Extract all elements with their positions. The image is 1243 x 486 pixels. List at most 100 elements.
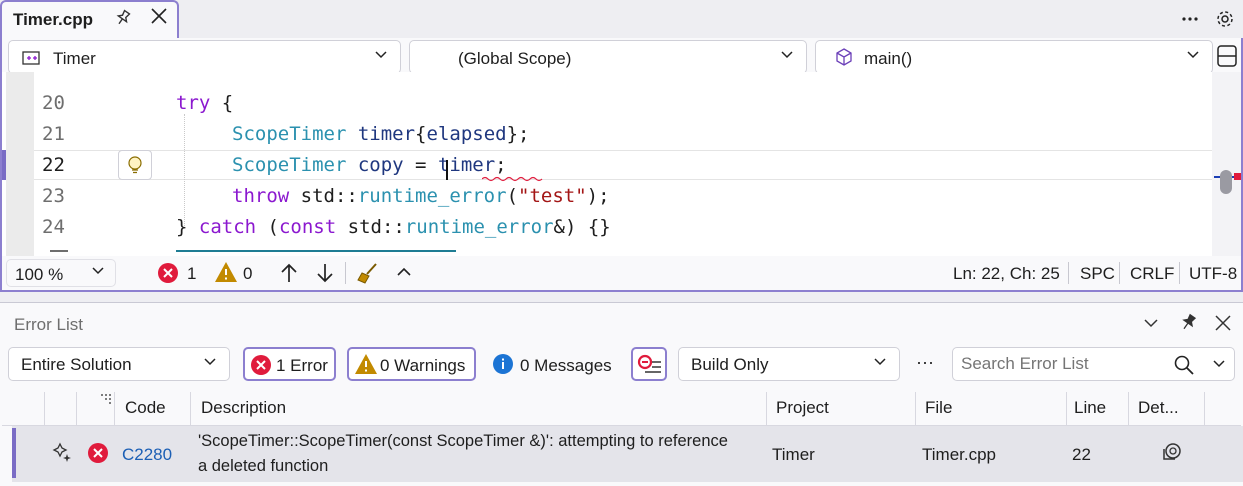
warning-icon xyxy=(354,353,378,380)
column-header-file[interactable]: File xyxy=(925,398,952,418)
code-cleanup-icon[interactable] xyxy=(356,261,380,290)
scope-dropdown-label: (Global Scope) xyxy=(458,49,572,68)
error-icon[interactable] xyxy=(157,262,179,289)
code-token: const xyxy=(278,216,337,238)
more-options-icon[interactable] xyxy=(1180,8,1200,33)
vertical-scrollbar[interactable] xyxy=(1212,72,1241,256)
code-token: }; xyxy=(506,123,530,145)
selection-margin xyxy=(6,72,34,256)
search-box[interactable] xyxy=(952,347,1235,381)
code-token: catch xyxy=(198,216,257,238)
row-selection-marker xyxy=(12,428,16,478)
project-dropdown-label: Timer xyxy=(53,49,96,68)
current-line-highlight xyxy=(34,150,1214,180)
pin-icon[interactable] xyxy=(1178,313,1198,338)
errors-filter-button[interactable]: 1 Error xyxy=(243,347,336,381)
arrow-up-icon[interactable] xyxy=(279,262,299,289)
chevron-down-icon xyxy=(203,354,217,372)
code-token: ScopeTimer xyxy=(232,154,347,176)
code-token: &) {} xyxy=(553,216,611,238)
error-line: 22 xyxy=(1072,445,1091,464)
lightbulb-icon[interactable] xyxy=(118,150,152,180)
warning-icon[interactable] xyxy=(214,261,238,288)
error-project: Timer xyxy=(772,445,815,464)
search-input[interactable] xyxy=(961,353,1161,375)
split-window-icon[interactable] xyxy=(1216,44,1238,73)
scope-filter-label: Entire Solution xyxy=(21,355,132,374)
column-header-code[interactable]: Code xyxy=(125,398,166,418)
build-filter-label: Build Only xyxy=(691,355,769,374)
status-separator xyxy=(1179,262,1180,284)
code-token: ( xyxy=(256,216,279,238)
current-line-marker xyxy=(2,150,6,180)
error-count[interactable]: 1 xyxy=(187,264,196,284)
project-dropdown[interactable]: Timer xyxy=(8,40,401,74)
line-number: 21 xyxy=(42,123,65,145)
line-number: 20 xyxy=(42,92,65,114)
status-separator xyxy=(345,262,346,284)
error-icon xyxy=(87,442,109,469)
code-token: { xyxy=(210,92,234,114)
whitespace-mode[interactable]: SPC xyxy=(1080,264,1115,284)
scope-filter-dropdown[interactable]: Entire Solution xyxy=(8,347,230,381)
code-token: copy xyxy=(357,154,404,176)
chevron-down-icon[interactable] xyxy=(1212,356,1226,374)
close-icon[interactable] xyxy=(1214,314,1232,337)
warnings-filter-button[interactable]: 0 Warnings xyxy=(347,347,476,381)
pin-icon[interactable] xyxy=(114,9,132,32)
text-caret xyxy=(446,160,448,180)
navigation-bar: Timer (Global Scope) main() xyxy=(2,38,1241,74)
code-token: std:: xyxy=(289,185,358,207)
line-number: 22 xyxy=(42,154,65,176)
issues-filter-button[interactable] xyxy=(631,347,667,381)
error-icon xyxy=(250,354,272,381)
line-ending[interactable]: CRLF xyxy=(1130,264,1174,284)
chevron-up-icon[interactable] xyxy=(396,264,412,285)
gear-icon[interactable] xyxy=(1215,9,1235,34)
error-squiggle xyxy=(482,176,543,182)
column-separator xyxy=(76,392,77,426)
error-file: Timer.cpp xyxy=(922,445,997,464)
tab-timer-cpp[interactable]: Timer.cpp xyxy=(0,0,179,40)
warnings-filter-label: 0 Warnings xyxy=(380,356,466,375)
error-code-link[interactable]: C2280 xyxy=(122,445,172,465)
tab-title: Timer.cpp xyxy=(13,10,93,29)
code-token: ( xyxy=(506,185,519,207)
build-filter-dropdown[interactable]: Build Only xyxy=(678,347,900,381)
column-header-description[interactable]: Description xyxy=(201,398,286,418)
column-header-line[interactable]: Line xyxy=(1074,398,1106,418)
column-header-details[interactable]: Det... xyxy=(1138,398,1179,418)
suppress-icon[interactable] xyxy=(52,442,74,469)
filter-issues-icon xyxy=(637,353,663,382)
table-row[interactable]: C2280 'ScopeTimer::ScopeTimer(const Scop… xyxy=(12,426,1243,482)
member-dropdown[interactable]: main() xyxy=(815,40,1213,74)
code-token: throw xyxy=(232,185,290,207)
tab-strip: Timer.cpp xyxy=(0,0,1243,40)
status-separator xyxy=(1119,262,1120,284)
cursor-position[interactable]: Ln: 22, Ch: 25 xyxy=(953,264,1060,284)
messages-filter-button[interactable]: 0 Messages xyxy=(484,347,620,381)
chevron-down-icon[interactable] xyxy=(1143,315,1159,336)
details-icon[interactable] xyxy=(1160,441,1184,470)
code-token: "test" xyxy=(518,185,587,207)
chevron-down-icon xyxy=(374,47,388,65)
code-editor[interactable]: 20 try {21 ScopeTimer timer{elapsed}; 22 Sco… xyxy=(2,72,1241,256)
messages-filter-label: 0 Messages xyxy=(520,356,612,375)
scope-dropdown[interactable]: (Global Scope) xyxy=(409,40,807,74)
encoding[interactable]: UTF-8 xyxy=(1189,264,1237,284)
column-separator xyxy=(915,392,916,426)
column-separator xyxy=(190,392,191,426)
zoom-value: 100 % xyxy=(15,265,64,284)
column-header-project[interactable]: Project xyxy=(776,398,829,418)
warning-count[interactable]: 0 xyxy=(243,264,252,284)
code-line: ScopeTimer copy = timer; xyxy=(232,154,507,176)
arrow-down-icon[interactable] xyxy=(315,262,335,289)
more-options-button[interactable]: ··· xyxy=(916,352,934,373)
scrollbar-thumb[interactable] xyxy=(1220,170,1232,194)
close-tab-icon[interactable] xyxy=(150,7,168,29)
zoom-dropdown[interactable]: 100 % xyxy=(6,259,116,287)
search-icon[interactable] xyxy=(1173,354,1195,381)
column-chooser-icon[interactable] xyxy=(100,390,112,410)
